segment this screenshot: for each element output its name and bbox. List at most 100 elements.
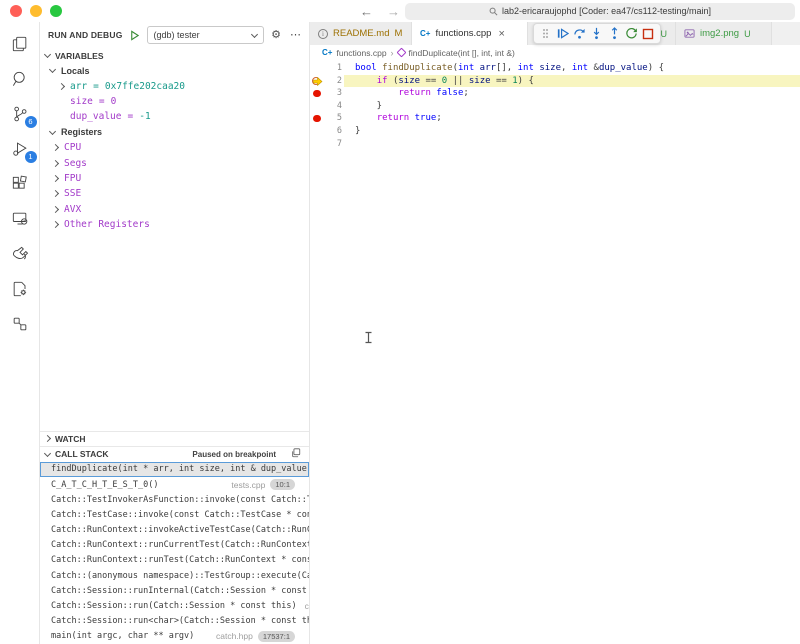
register-group-row[interactable]: SSE [40, 186, 309, 201]
stack-frame-row[interactable]: Catch::RunContext::invokeActiveTestCase(… [40, 523, 309, 538]
gear-icon[interactable]: ⚙ [269, 30, 283, 41]
register-group-label: FPU [64, 173, 81, 184]
symbols-icon[interactable] [7, 311, 33, 336]
stack-frame-label: findDuplicate(int * arr, int size, int &… [51, 464, 309, 474]
stack-frame-row[interactable]: Catch::(anonymous namespace)::TestGroup:… [40, 568, 309, 583]
code-line[interactable]: 5 return true; [310, 112, 800, 125]
text-cursor-pointer [364, 331, 373, 344]
stack-frame-row[interactable]: Catch::Session::run<char>(Catch::Session… [40, 614, 309, 629]
extensions-icon[interactable] [7, 171, 33, 196]
code-line[interactable]: 3 return false; [310, 87, 800, 100]
step-out-icon[interactable] [606, 26, 622, 42]
start-debugging-button[interactable] [128, 28, 142, 42]
breakpoint-gutter[interactable] [310, 62, 323, 75]
stack-frame-label: Catch::(anonymous namespace)::TestGroup:… [51, 571, 309, 581]
locals-scope-row[interactable]: Locals [40, 63, 309, 78]
registers-scope-row[interactable]: Registers [40, 125, 309, 140]
variables-header-label: VARIABLES [55, 51, 104, 61]
stack-frame-row[interactable]: findDuplicate(int * arr, int size, int &… [40, 462, 309, 477]
explorer-icon[interactable] [7, 31, 33, 56]
code-line[interactable]: 4 } [310, 100, 800, 113]
register-group-label: AVX [64, 204, 81, 215]
code-line[interactable]: 2 if (size == 0 || size == 1) { [310, 75, 800, 88]
watch-section-header[interactable]: WATCH [40, 431, 309, 446]
search-icon [489, 7, 498, 16]
breadcrumb-file[interactable]: functions.cpp [336, 48, 386, 58]
breakpoint-current-icon[interactable] [310, 75, 323, 88]
variables-section-header[interactable]: VARIABLES [40, 48, 309, 63]
stack-frame-row[interactable]: Catch::Session::run(Catch::Session * con… [40, 598, 309, 613]
forward-icon[interactable]: → [387, 4, 400, 19]
stack-frame-row[interactable]: C_A_T_C_H_T_E_S_T_0()tests.cpp10:1 [40, 477, 309, 492]
maximize-window-button[interactable] [50, 5, 62, 17]
register-group-row[interactable]: CPU [40, 140, 309, 155]
registers-label: Registers [61, 127, 102, 137]
chevron-down-icon [49, 128, 56, 135]
variable-value: 0 [111, 96, 117, 107]
stop-icon[interactable] [640, 26, 656, 42]
stack-frame-row[interactable]: Catch::RunContext::runTest(Catch::RunCon… [40, 553, 309, 568]
code-line[interactable]: 7 [310, 138, 800, 151]
file-settings-icon[interactable] [7, 276, 33, 301]
cpp-file-icon: C+ [322, 48, 332, 57]
live-share-icon[interactable] [7, 241, 33, 266]
panel-title: RUN AND DEBUG [48, 30, 123, 40]
breakpoint-gutter[interactable] [310, 100, 323, 113]
minimize-window-button[interactable] [30, 5, 42, 17]
run-and-debug-icon[interactable]: 1 [7, 136, 33, 161]
code-text: } [342, 100, 382, 113]
call-stack-section-header[interactable]: CALL STACK Paused on breakpoint [40, 446, 309, 462]
breakpoint-gutter[interactable] [310, 138, 323, 151]
tab-readme[interactable]: i README.md M [310, 22, 412, 45]
close-window-button[interactable] [10, 5, 22, 17]
untracked-badge: U [661, 29, 668, 39]
toolbar-drag-handle[interactable] [538, 26, 554, 42]
breakpoint-gutter[interactable] [310, 125, 323, 138]
step-into-icon[interactable] [589, 26, 605, 42]
stack-frame-label: Catch::RunContext::runTest(Catch::RunCon… [51, 555, 309, 565]
stack-frame-label: Catch::TestCase::invoke(const Catch::Tes… [51, 510, 309, 520]
variable-name: arr [70, 81, 87, 92]
stack-frame-row[interactable]: Catch::Session::runInternal(Catch::Sessi… [40, 583, 309, 598]
register-group-row[interactable]: AVX [40, 202, 309, 217]
copy-call-stack-icon[interactable] [291, 448, 301, 460]
restart-icon[interactable] [623, 26, 639, 42]
variable-name: size [70, 96, 93, 107]
close-icon[interactable]: × [498, 28, 504, 40]
code-line[interactable]: 1bool findDuplicate(int arr[], int size,… [310, 62, 800, 75]
step-over-icon[interactable] [572, 26, 588, 42]
stack-frame-row[interactable]: main(int argc, char ** argv)catch.hpp175… [40, 629, 309, 644]
search-icon[interactable] [7, 66, 33, 91]
stack-frame-row[interactable]: Catch::TestCase::invoke(const Catch::Tes… [40, 507, 309, 522]
stack-frame-row[interactable]: Catch::TestInvokerAsFunction::invoke(con… [40, 492, 309, 507]
breakpoint-icon[interactable] [310, 112, 323, 125]
stack-frame-row[interactable]: Catch::RunContext::runCurrentTest(Catch:… [40, 538, 309, 553]
variable-value: -1 [139, 111, 150, 122]
stack-frame-label: Catch::Session::run(Catch::Session * con… [51, 601, 297, 611]
source-control-icon[interactable]: 6 [7, 101, 33, 126]
back-icon[interactable]: ← [360, 4, 373, 19]
chevron-right-icon [52, 175, 59, 182]
tab-functions-cpp[interactable]: C+ functions.cpp × [412, 22, 528, 45]
line-number: 5 [323, 112, 342, 125]
register-group-row[interactable]: FPU [40, 171, 309, 186]
remote-explorer-icon[interactable] [7, 206, 33, 231]
tab-img2-png[interactable]: img2.png U [676, 22, 772, 45]
launch-config-value: (gdb) tester [154, 30, 249, 40]
breakpoint-icon[interactable] [310, 87, 323, 100]
line-number: 3 [323, 87, 342, 100]
variable-name: dup_value [70, 111, 121, 122]
variable-row[interactable]: arr=0x7ffe202caa20 [40, 78, 309, 93]
register-group-label: SSE [64, 188, 81, 199]
register-group-row[interactable]: Segs [40, 155, 309, 170]
launch-config-dropdown[interactable]: (gdb) tester [147, 26, 265, 44]
source-control-badge: 6 [25, 116, 37, 128]
code-line[interactable]: 6} [310, 125, 800, 138]
variable-row[interactable]: dup_value=-1 [40, 109, 309, 124]
continue-icon[interactable] [555, 26, 571, 42]
breadcrumb-symbol[interactable]: findDuplicate(int [], int, int &) [409, 48, 515, 58]
address-bar[interactable]: lab2-ericaraujophd [Coder: ea47/cs112-te… [405, 3, 795, 20]
variable-row[interactable]: size=0 [40, 94, 309, 109]
register-group-row[interactable]: Other Registers [40, 217, 309, 232]
more-actions-icon[interactable]: ⋯ [288, 30, 303, 41]
